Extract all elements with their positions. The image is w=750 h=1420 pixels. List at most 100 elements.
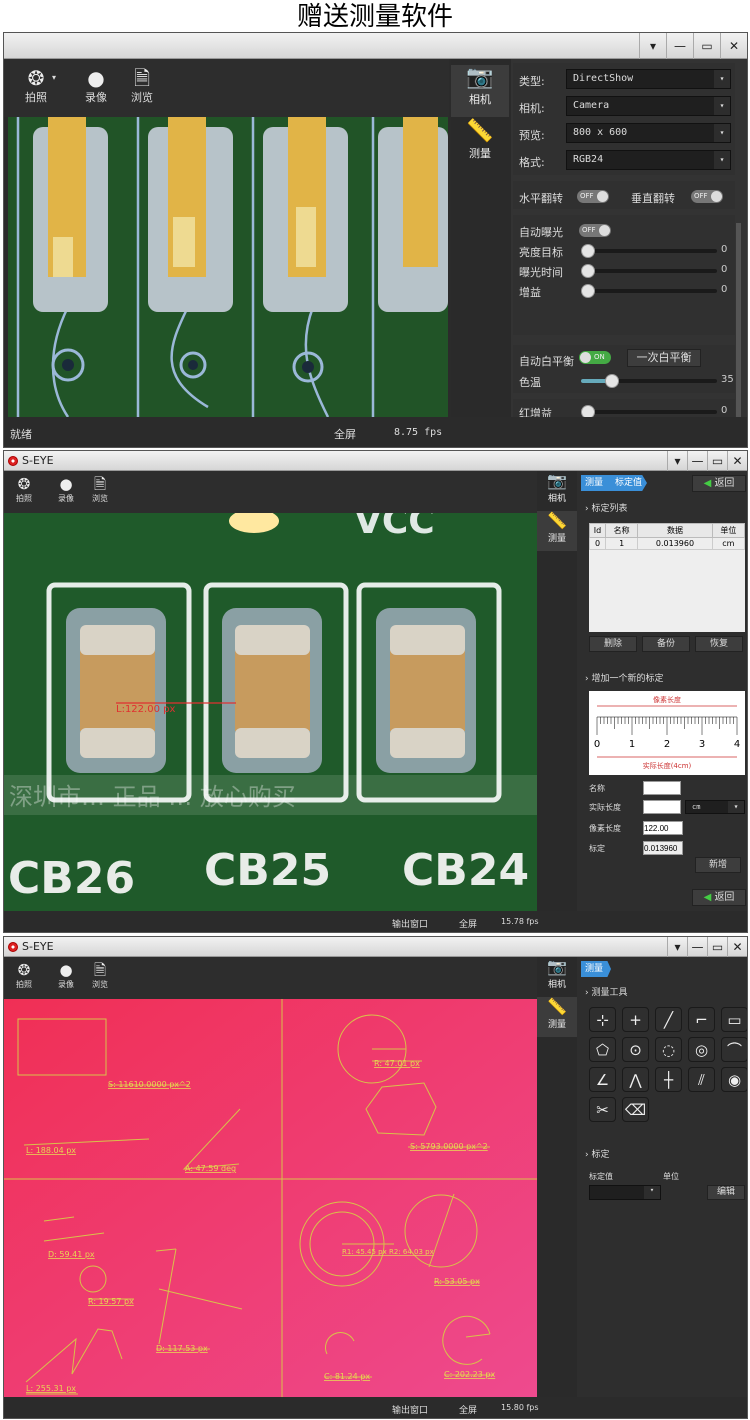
fullscreen-button[interactable]: 全屏 [459, 917, 477, 930]
table-header[interactable]: Id [588, 523, 607, 538]
output-window-button[interactable]: 输出窗口 [392, 917, 428, 930]
table-row[interactable]: 0 1 0.013960 cm [588, 537, 746, 550]
slider-2[interactable] [581, 284, 717, 298]
calibration-table: Id 名称 数据 单位 0 1 0.013960 cm [588, 523, 746, 632]
unit-select[interactable]: cm ▾ [685, 800, 745, 814]
calibration-value-field[interactable] [643, 841, 683, 855]
restore-button[interactable]: 恢复 [695, 636, 743, 652]
minimize-button[interactable]: — [687, 937, 707, 957]
one-shot-wb-button[interactable]: 一次白平衡 [627, 349, 701, 367]
browse-button[interactable]: 🗎 浏览 [86, 962, 114, 990]
close-button[interactable]: ✕ [727, 451, 747, 471]
minimize-button[interactable]: — [687, 451, 707, 471]
tab-measure[interactable]: 📏 测量 [537, 511, 577, 551]
output-window-button[interactable]: 输出窗口 [392, 1403, 428, 1416]
close-button[interactable]: ✕ [720, 33, 747, 59]
preview-resolution-select[interactable]: 800 x 600 ▾ [566, 123, 731, 143]
chevron-down-icon: ▾ [644, 1186, 660, 1199]
slider-1[interactable] [581, 264, 717, 278]
capture-button[interactable]: ❂ 拍照 [10, 962, 38, 990]
app-logo-icon [8, 941, 18, 952]
fps-readout: 15.78 fps [501, 917, 539, 926]
circle-center-tool-icon[interactable]: ⊙ [622, 1037, 649, 1062]
format-select[interactable]: RGB24 ▾ [566, 150, 731, 170]
measurement-canvas[interactable]: S: 11610.0000 px^2 R: 47.01 px L: 188.04… [4, 999, 537, 1397]
record-button[interactable]: ● 录像 [76, 67, 116, 105]
tab-measure[interactable]: 📏 测量 [537, 997, 577, 1037]
add-calibration-button[interactable]: 新增 [695, 857, 741, 873]
calibration-preview[interactable]: VCC L:122.00 px 深圳市… 正品 … 放心购买 CB26 CB25 [4, 513, 537, 911]
polyline-tool-icon[interactable]: ⌐ [688, 1007, 715, 1032]
breadcrumb-calibration[interactable]: 标定值 [607, 475, 647, 491]
pixel-length-field[interactable] [643, 821, 683, 835]
angle2-tool-icon[interactable]: ⋀ [622, 1067, 649, 1092]
circle-2pt-tool-icon[interactable]: ◎ [688, 1037, 715, 1062]
calibration-panel: 测量 标定值 ◀ 返回 › 标定列表 Id 名称 数据 单位 0 1 0.013960 cm… [577, 471, 747, 911]
tab-camera[interactable]: 📷 相机 [537, 957, 577, 997]
rectangle-tool-icon[interactable]: ▭ [721, 1007, 747, 1032]
delete-button[interactable]: 删除 [589, 636, 637, 652]
browse-button[interactable]: 🗎 浏览 [122, 67, 162, 105]
table-header[interactable]: 数据 [637, 523, 713, 538]
close-button[interactable]: ✕ [727, 937, 747, 957]
fullscreen-button[interactable]: 全屏 [459, 1403, 477, 1416]
actual-length-field[interactable] [643, 800, 681, 814]
backup-button[interactable]: 备份 [642, 636, 690, 652]
hflip-toggle[interactable]: OFF [577, 190, 609, 203]
tab-camera[interactable]: 📷 相机 [537, 471, 577, 511]
record-button[interactable]: ● 录像 [52, 476, 80, 504]
circle-3pt-tool-icon[interactable]: ◌ [655, 1037, 682, 1062]
maximize-button[interactable]: ▭ [693, 33, 720, 59]
menu-dropdown-button[interactable]: ▾ [667, 451, 687, 471]
side-tabs: 📷 相机 📏 测量 [451, 59, 511, 417]
vflip-toggle[interactable]: OFF [691, 190, 723, 203]
clear-tool-icon[interactable]: ⌫ [622, 1097, 649, 1122]
maximize-button[interactable]: ▭ [707, 937, 727, 957]
measure-label: L:122.00 px [116, 704, 175, 715]
edit-button[interactable]: 编辑 [707, 1185, 745, 1200]
dropdown-chevron-icon[interactable]: ▾ [52, 73, 56, 82]
maximize-button[interactable]: ▭ [707, 451, 727, 471]
panel-scrollbar[interactable] [736, 223, 741, 417]
color-temp-slider[interactable] [581, 374, 717, 388]
measure-label-line-1: L: 188.04 px [26, 1146, 76, 1155]
tab-camera[interactable]: 📷 相机 [451, 65, 509, 117]
pcb-label-cb24: CB24 [402, 845, 529, 896]
name-field[interactable] [643, 781, 681, 795]
back-button[interactable]: ◀ 返回 [692, 475, 746, 492]
fps-readout: 8.75 fps [394, 427, 443, 438]
table-header[interactable]: 单位 [711, 523, 746, 538]
concentric-tool-icon[interactable]: ◉ [721, 1067, 747, 1092]
menu-dropdown-button[interactable]: ▾ [639, 33, 666, 59]
tab-measure[interactable]: 📏 测量 [451, 119, 509, 171]
calibration-select[interactable]: ▾ [589, 1185, 661, 1200]
camera-select[interactable]: Camera ▾ [566, 96, 731, 116]
delete-tool-icon[interactable]: ✂ [589, 1097, 616, 1122]
capture-button[interactable]: ❂ 拍照 [10, 476, 38, 504]
angle-tool-icon[interactable]: ∠ [589, 1067, 616, 1092]
parallel-tool-icon[interactable]: ⫽ [688, 1067, 715, 1092]
record-button[interactable]: ● 录像 [52, 962, 80, 990]
measure-label-concentric: R1: 45.45 px R2: 64.03 px [342, 1248, 434, 1256]
type-select[interactable]: DirectShow ▾ [566, 69, 731, 89]
back-button-bottom[interactable]: ◀ 返回 [692, 889, 746, 906]
table-header[interactable]: 名称 [605, 523, 639, 538]
fullscreen-button[interactable]: 全屏 [334, 426, 356, 442]
camera-preview[interactable] [8, 117, 448, 417]
breadcrumb-measure[interactable]: 测量 [581, 475, 611, 491]
arc-tool-icon[interactable]: ⌒ [721, 1037, 747, 1062]
line-tool-icon[interactable]: ╱ [655, 1007, 682, 1032]
browse-button[interactable]: 🗎 浏览 [86, 476, 114, 504]
cross-tool-icon[interactable]: ┼ [655, 1067, 682, 1092]
auto-wb-toggle[interactable]: ON [579, 351, 611, 364]
auto-exposure-toggle[interactable]: OFF [579, 224, 611, 237]
slider-0[interactable] [581, 405, 717, 419]
menu-dropdown-button[interactable]: ▾ [667, 937, 687, 957]
breadcrumb-measure[interactable]: 测量 [581, 961, 611, 977]
capture-button[interactable]: ❂ 拍照 [16, 67, 56, 105]
slider-0[interactable] [581, 244, 717, 258]
polygon-tool-icon[interactable]: ⬠ [589, 1037, 616, 1062]
pointer-tool-icon[interactable]: ⊹ [589, 1007, 616, 1032]
point-tool-icon[interactable]: + [622, 1007, 649, 1032]
minimize-button[interactable]: — [666, 33, 693, 59]
